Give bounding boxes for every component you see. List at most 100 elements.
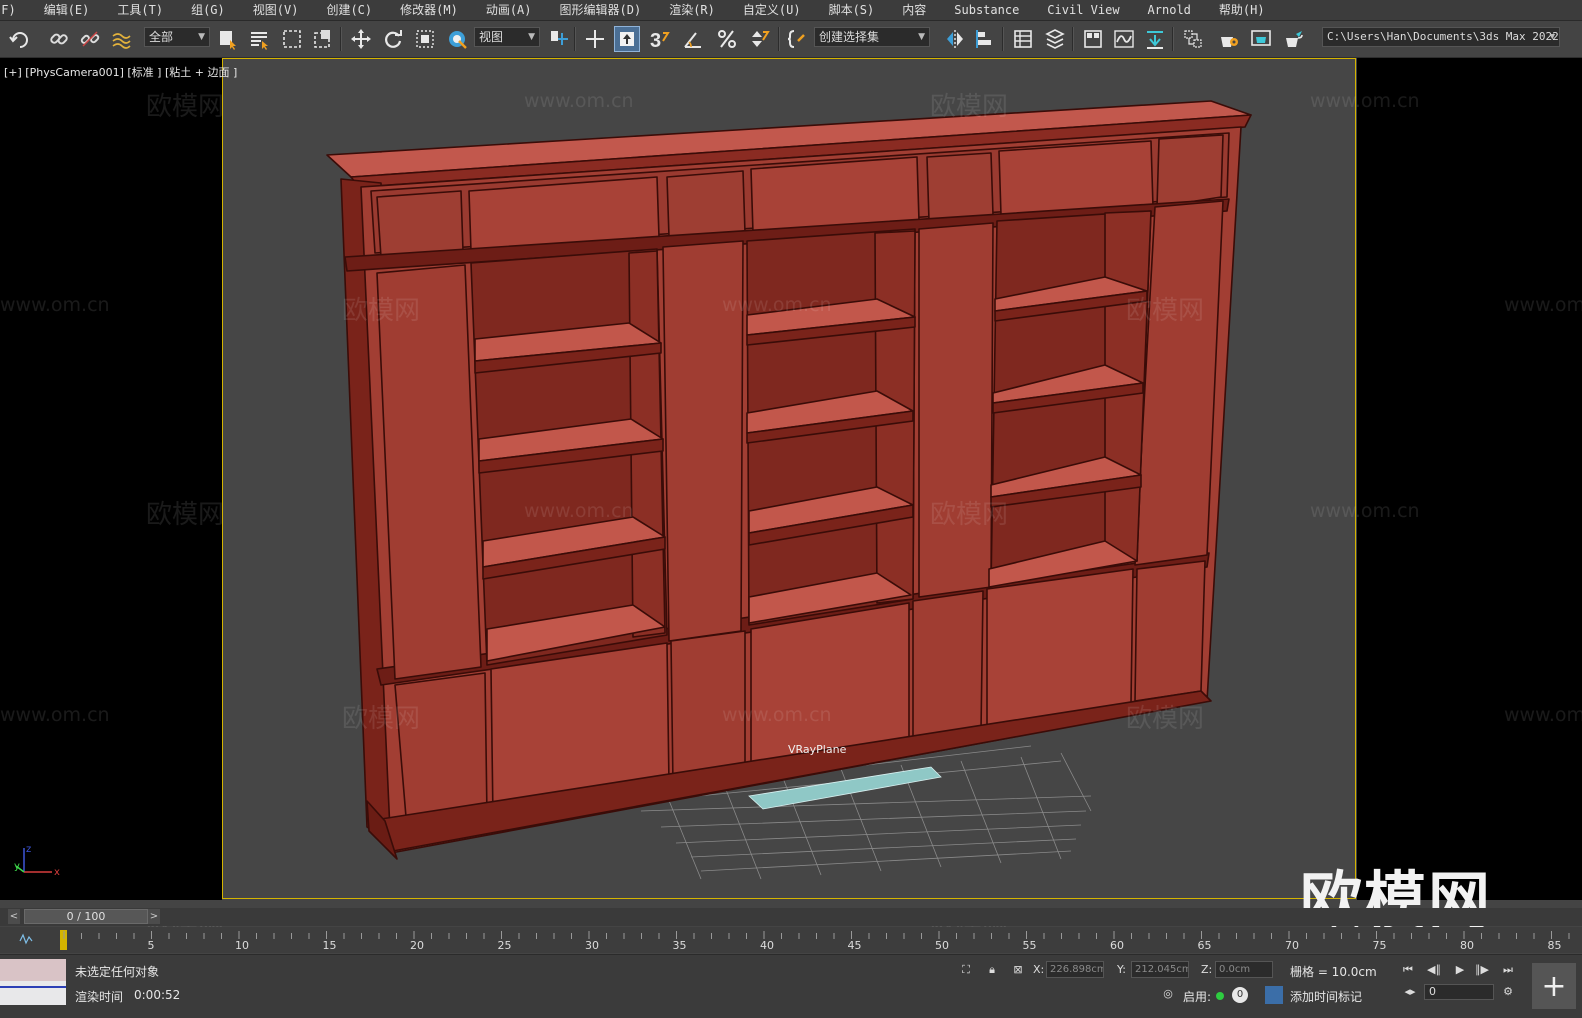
angle-snap-icon[interactable] [680, 26, 706, 52]
menu-item[interactable]: 脚本(S) [815, 0, 889, 20]
svg-text:z: z [26, 844, 31, 855]
move-icon[interactable] [348, 26, 374, 52]
isolate-selection-icon[interactable]: ⛶ [956, 961, 976, 979]
menu-item[interactable]: 编辑(E) [30, 0, 104, 20]
unlink-icon[interactable] [77, 26, 103, 52]
layer-explorer-icon[interactable] [1042, 26, 1068, 52]
add-time-tag-button[interactable]: 添加时间标记 [1290, 988, 1362, 1005]
render-setup-icon[interactable] [1216, 26, 1242, 52]
goto-start-icon[interactable]: ⏮ [1398, 961, 1418, 979]
select-object-icon[interactable] [215, 26, 241, 52]
menu-item[interactable]: 修改器(M) [386, 0, 472, 20]
set-key-button[interactable]: + [1532, 963, 1576, 1009]
keyboard-shortcut-override-icon[interactable] [614, 26, 640, 52]
ribbon-icon[interactable] [1080, 26, 1106, 52]
align-icon[interactable] [972, 26, 998, 52]
menu-item[interactable]: 渲染(R) [655, 0, 729, 20]
menu-item[interactable]: Arnold [1134, 0, 1205, 20]
track-tick-label: 55 [1023, 939, 1037, 952]
separator [1002, 27, 1004, 51]
vray-plane-label: VRayPlane [788, 743, 847, 756]
select-manipulate-icon[interactable] [582, 26, 608, 52]
track-tick-label: 40 [760, 939, 774, 952]
current-frame-field[interactable]: 0 [1424, 984, 1494, 1000]
z-coord-field[interactable]: 0.0cm [1215, 961, 1273, 978]
maxscript-mini-listener[interactable] [0, 959, 66, 1005]
scale-icon[interactable] [412, 26, 438, 52]
menu-item[interactable]: 内容 [888, 0, 940, 20]
percent-snap-icon[interactable] [714, 26, 740, 52]
viewport-safe-frame-right [1357, 58, 1582, 900]
menu-item[interactable]: Civil View [1033, 0, 1133, 20]
named-selection-set-dropdown[interactable]: 创建选择集 ▼ [814, 27, 930, 47]
pivot-icon[interactable] [545, 26, 571, 52]
track-tick-label: 65 [1198, 939, 1212, 952]
material-editor-icon[interactable] [1180, 26, 1206, 52]
bind-space-warp-icon[interactable] [108, 26, 134, 52]
menu-item[interactable]: 动画(A) [472, 0, 546, 20]
status-dot-icon [1216, 992, 1224, 1000]
separator [1072, 27, 1074, 51]
time-slider[interactable]: 0 / 100 [24, 909, 148, 924]
menu-item[interactable]: Substance [940, 0, 1033, 20]
time-tag-icon[interactable] [1265, 986, 1283, 1004]
track-tick-label: 10 [235, 939, 249, 952]
placement-icon[interactable] [444, 26, 470, 52]
schematic-view-icon[interactable] [1142, 26, 1168, 52]
frame-spinner-icon[interactable]: ◂▸ [1400, 983, 1420, 1001]
y-coord-field[interactable]: 212.045cm [1131, 961, 1189, 978]
selection-filter-dropdown[interactable]: 全部 ▼ [144, 27, 210, 47]
track-tick-label: 60 [1110, 939, 1124, 952]
axis-tripod-icon: z x y [12, 842, 62, 881]
rect-selection-icon[interactable] [279, 26, 305, 52]
next-frame-arrow-icon[interactable]: > [148, 909, 160, 924]
menu-item[interactable]: 组(G) [177, 0, 239, 20]
absolute-mode-icon[interactable]: ⊠ [1008, 961, 1028, 979]
enable-count-badge[interactable]: 0 [1232, 987, 1248, 1003]
menu-item[interactable]: 图形编辑器(D) [546, 0, 656, 20]
menu-item[interactable]: 帮助(H) [1205, 0, 1279, 20]
adaptive-degradation-icon[interactable]: ◎ [1158, 985, 1178, 1003]
menu-item[interactable]: 自定义(U) [729, 0, 815, 20]
play-icon[interactable]: ▶ [1450, 961, 1470, 979]
edit-named-sets-icon[interactable] [784, 26, 810, 52]
menu-item[interactable]: 工具(T) [103, 0, 177, 20]
separator [778, 27, 780, 51]
select-by-name-icon[interactable] [246, 26, 272, 52]
scene-explorer-icon[interactable] [1010, 26, 1036, 52]
track-tick-label: 25 [498, 939, 512, 952]
selection-lock-icon[interactable]: 🔒︎ [982, 961, 1002, 979]
x-coord-field[interactable]: 226.898cm [1046, 961, 1104, 978]
reference-coordinate-dropdown[interactable]: 视图 ▼ [474, 27, 540, 47]
bookcase-model-render [326, 100, 1252, 880]
goto-end-icon[interactable]: ⏭ [1498, 961, 1518, 979]
menu-item[interactable]: 创建(C) [312, 0, 386, 20]
undo-icon[interactable] [6, 26, 32, 52]
prev-key-icon[interactable]: ◀∥ [1424, 961, 1444, 979]
track-tick-label: 50 [935, 939, 949, 952]
render-time-value: 0:00:52 [134, 988, 181, 1002]
window-crossing-icon[interactable] [310, 26, 336, 52]
curve-editor-icon[interactable] [1111, 26, 1137, 52]
perspective-viewport[interactable] [222, 58, 1356, 899]
link-icon[interactable] [46, 26, 72, 52]
menu-item[interactable]: (F) [0, 0, 30, 20]
project-folder-dropdown[interactable]: C:\Users\Han\Documents\3ds Max 2022 ▼ [1322, 27, 1560, 47]
mirror-icon[interactable] [942, 26, 968, 52]
rotate-icon[interactable] [380, 26, 406, 52]
spinner-snap-icon[interactable] [746, 26, 772, 52]
track-tick-label: 45 [848, 939, 862, 952]
time-config-icon[interactable]: ⚙ [1498, 983, 1518, 1001]
prev-frame-arrow-icon[interactable]: < [8, 909, 20, 924]
viewport-label-menu[interactable]: [+] [PhysCamera001] [标准 ] [粘土 + 边面 ] [4, 64, 237, 80]
next-key-icon[interactable]: ∥▶ [1472, 961, 1492, 979]
separator [340, 27, 342, 51]
svg-text:x: x [54, 867, 60, 878]
render-icon[interactable] [1280, 26, 1306, 52]
x-coord-label: X: [1033, 963, 1045, 976]
menu-item[interactable]: 视图(V) [239, 0, 313, 20]
snap-toggle-icon[interactable]: 3 [646, 26, 672, 52]
rendered-frame-icon[interactable] [1248, 26, 1274, 52]
track-bar[interactable]: 5 10 15 20 25 30 35 40 45 50 55 60 65 70 75 80 85 [0, 927, 1582, 953]
track-tick-label: 80 [1460, 939, 1474, 952]
